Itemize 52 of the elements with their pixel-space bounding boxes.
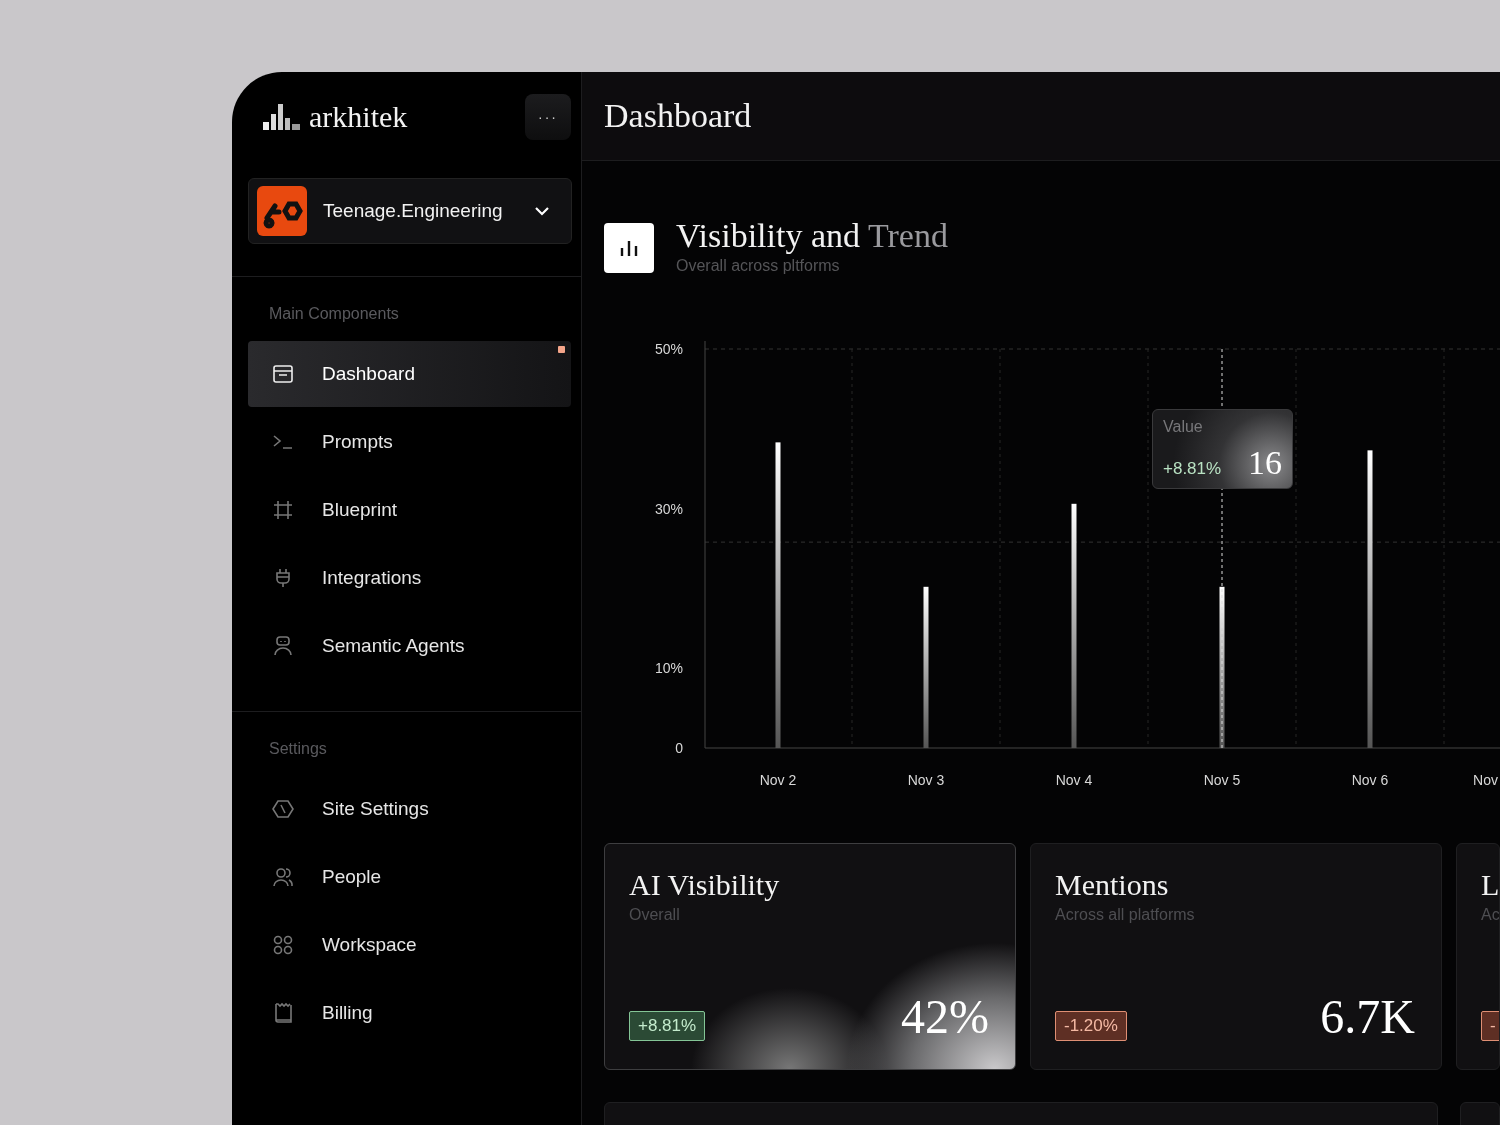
nav-item[interactable]: Workspace	[248, 912, 571, 978]
tooltip-change: +8.81%	[1163, 459, 1222, 479]
nav-item[interactable]: Integrations	[248, 545, 571, 611]
nav-item[interactable]: People	[248, 844, 571, 910]
y-tick-label: 10%	[654, 660, 683, 677]
x-tick-label: Nov	[1473, 772, 1498, 788]
logo-icon	[263, 104, 301, 130]
nav-item[interactable]: Dashboard	[248, 341, 571, 407]
frame-icon	[272, 499, 294, 521]
page-title: Dashboard	[604, 97, 752, 135]
card-subtitle: Across all platforms	[1055, 906, 1196, 924]
x-tick-label: Nov 5	[1203, 772, 1241, 788]
card-title: AI Visibility	[629, 868, 781, 902]
change-badge: +8.81%	[629, 1011, 706, 1041]
tooltip-label: Value	[1163, 418, 1204, 436]
hexagon-icon	[272, 798, 294, 820]
workspace-selector[interactable]: Teenage.Engineering	[248, 178, 572, 244]
dashboard-icon	[272, 363, 294, 385]
grid-icon	[272, 934, 294, 956]
x-tick-label: Nov 3	[907, 772, 945, 788]
section-heading: Settings	[268, 739, 328, 758]
section-title: Visibility and Trend	[676, 217, 948, 255]
bar-chart-icon	[618, 238, 640, 258]
brand-name: arkhitek	[309, 100, 408, 134]
change-badge: -	[1481, 1011, 1499, 1041]
section-subtitle: Overall across pltforms	[676, 257, 841, 275]
change-badge: -1.20%	[1055, 1011, 1127, 1041]
nav-item[interactable]: Semantic Agents	[248, 613, 571, 679]
metric-value: 6.7K	[1320, 993, 1415, 1041]
nav-item[interactable]: Site Settings	[248, 776, 571, 842]
metric-value: 42%	[901, 993, 989, 1041]
robot-icon	[272, 635, 294, 657]
x-tick-label: Nov 2	[759, 772, 797, 788]
workspace-logo-icon	[257, 186, 307, 236]
section-heading: Main Components	[268, 304, 400, 323]
x-tick-label: Nov 6	[1351, 772, 1389, 788]
people-icon	[272, 866, 294, 888]
more-button[interactable]: ···	[525, 94, 571, 140]
tooltip-value: 16	[1248, 444, 1282, 482]
card-title: Mentions	[1055, 868, 1170, 902]
nav-item[interactable]: Billing	[248, 980, 571, 1046]
y-tick-label: 50%	[654, 341, 683, 357]
y-tick-label: 30%	[654, 500, 683, 517]
nav-item[interactable]: Prompts	[248, 409, 571, 475]
card-subtitle: Ac	[1481, 906, 1499, 924]
card-subtitle: Overall	[629, 906, 681, 924]
y-tick-label: 0	[675, 740, 683, 756]
x-tick-label: Nov 4	[1055, 772, 1093, 788]
card-title: L	[1481, 868, 1499, 902]
receipt-icon	[272, 1002, 294, 1024]
chevron-down-icon	[535, 206, 549, 216]
nav-item[interactable]: Blueprint	[248, 477, 571, 543]
